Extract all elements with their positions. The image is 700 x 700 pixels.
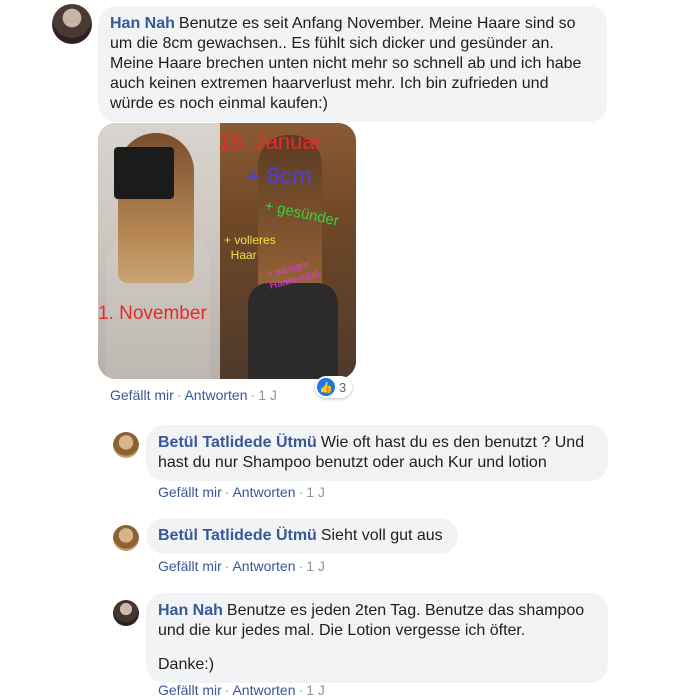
- reply-link[interactable]: Antworten: [184, 387, 247, 403]
- reply-link[interactable]: Antworten: [232, 682, 295, 698]
- comment-text-2: Danke:): [158, 656, 215, 673]
- timestamp[interactable]: 1 J: [258, 387, 277, 403]
- avatar-han-nah[interactable]: [113, 600, 139, 626]
- reply-link[interactable]: Antworten: [232, 558, 295, 574]
- comment-actions: Gefällt mir · Antworten · 1 J: [158, 484, 325, 500]
- comment-actions: Gefällt mir · Antworten · 1 J: [158, 682, 325, 698]
- timestamp[interactable]: 1 J: [306, 682, 325, 698]
- avatar-betul[interactable]: [113, 432, 139, 458]
- photo-label-fuller: + volleres Haar: [224, 233, 276, 262]
- like-link[interactable]: Gefällt mir: [110, 387, 174, 403]
- reaction-summary[interactable]: 👍 3: [315, 376, 353, 398]
- avatar-betul[interactable]: [113, 525, 139, 551]
- timestamp[interactable]: 1 J: [306, 558, 325, 574]
- reply-link[interactable]: Antworten: [232, 484, 295, 500]
- photo-label-growth: + 8cm: [246, 163, 313, 190]
- avatar-han-nah[interactable]: [52, 4, 92, 44]
- comment-author[interactable]: Betül Tatlidede Ütmü: [158, 434, 317, 451]
- like-link[interactable]: Gefällt mir: [158, 682, 222, 698]
- comment-text: Sieht voll gut aus: [320, 527, 443, 544]
- photo-label-date-bottom: 1. November: [98, 303, 207, 324]
- comment-author[interactable]: Han Nah: [158, 602, 223, 619]
- comment-author[interactable]: Betül Tatlidede Ütmü: [158, 527, 317, 544]
- thumbs-up-icon: 👍: [317, 378, 335, 396]
- like-link[interactable]: Gefällt mir: [158, 558, 222, 574]
- comment-actions: Gefällt mir · Antworten · 1 J: [110, 387, 277, 403]
- comment-bubble: Han Nah Benutze es seit Anfang November. …: [98, 6, 607, 122]
- reaction-count: 3: [339, 379, 347, 395]
- comment-bubble: Betül Tatlidede Ütmü Sieht voll gut aus: [146, 518, 458, 554]
- comment-photo[interactable]: 18. Januar + 8cm + gesünder + volleres H…: [98, 123, 356, 379]
- comment-bubble: Han Nah Benutze es jeden 2ten Tag. Benutz…: [146, 593, 608, 683]
- comment-actions: Gefällt mir · Antworten · 1 J: [158, 558, 325, 574]
- timestamp[interactable]: 1 J: [306, 484, 325, 500]
- like-link[interactable]: Gefällt mir: [158, 484, 222, 500]
- comment-bubble: Betül Tatlidede Ütmü Wie oft hast du es d…: [146, 425, 608, 481]
- comment-text: Benutze es seit Anfang November. Meine H…: [110, 15, 582, 112]
- comment-author[interactable]: Han Nah: [110, 15, 175, 32]
- photo-label-date-top: 18. Januar: [218, 129, 322, 154]
